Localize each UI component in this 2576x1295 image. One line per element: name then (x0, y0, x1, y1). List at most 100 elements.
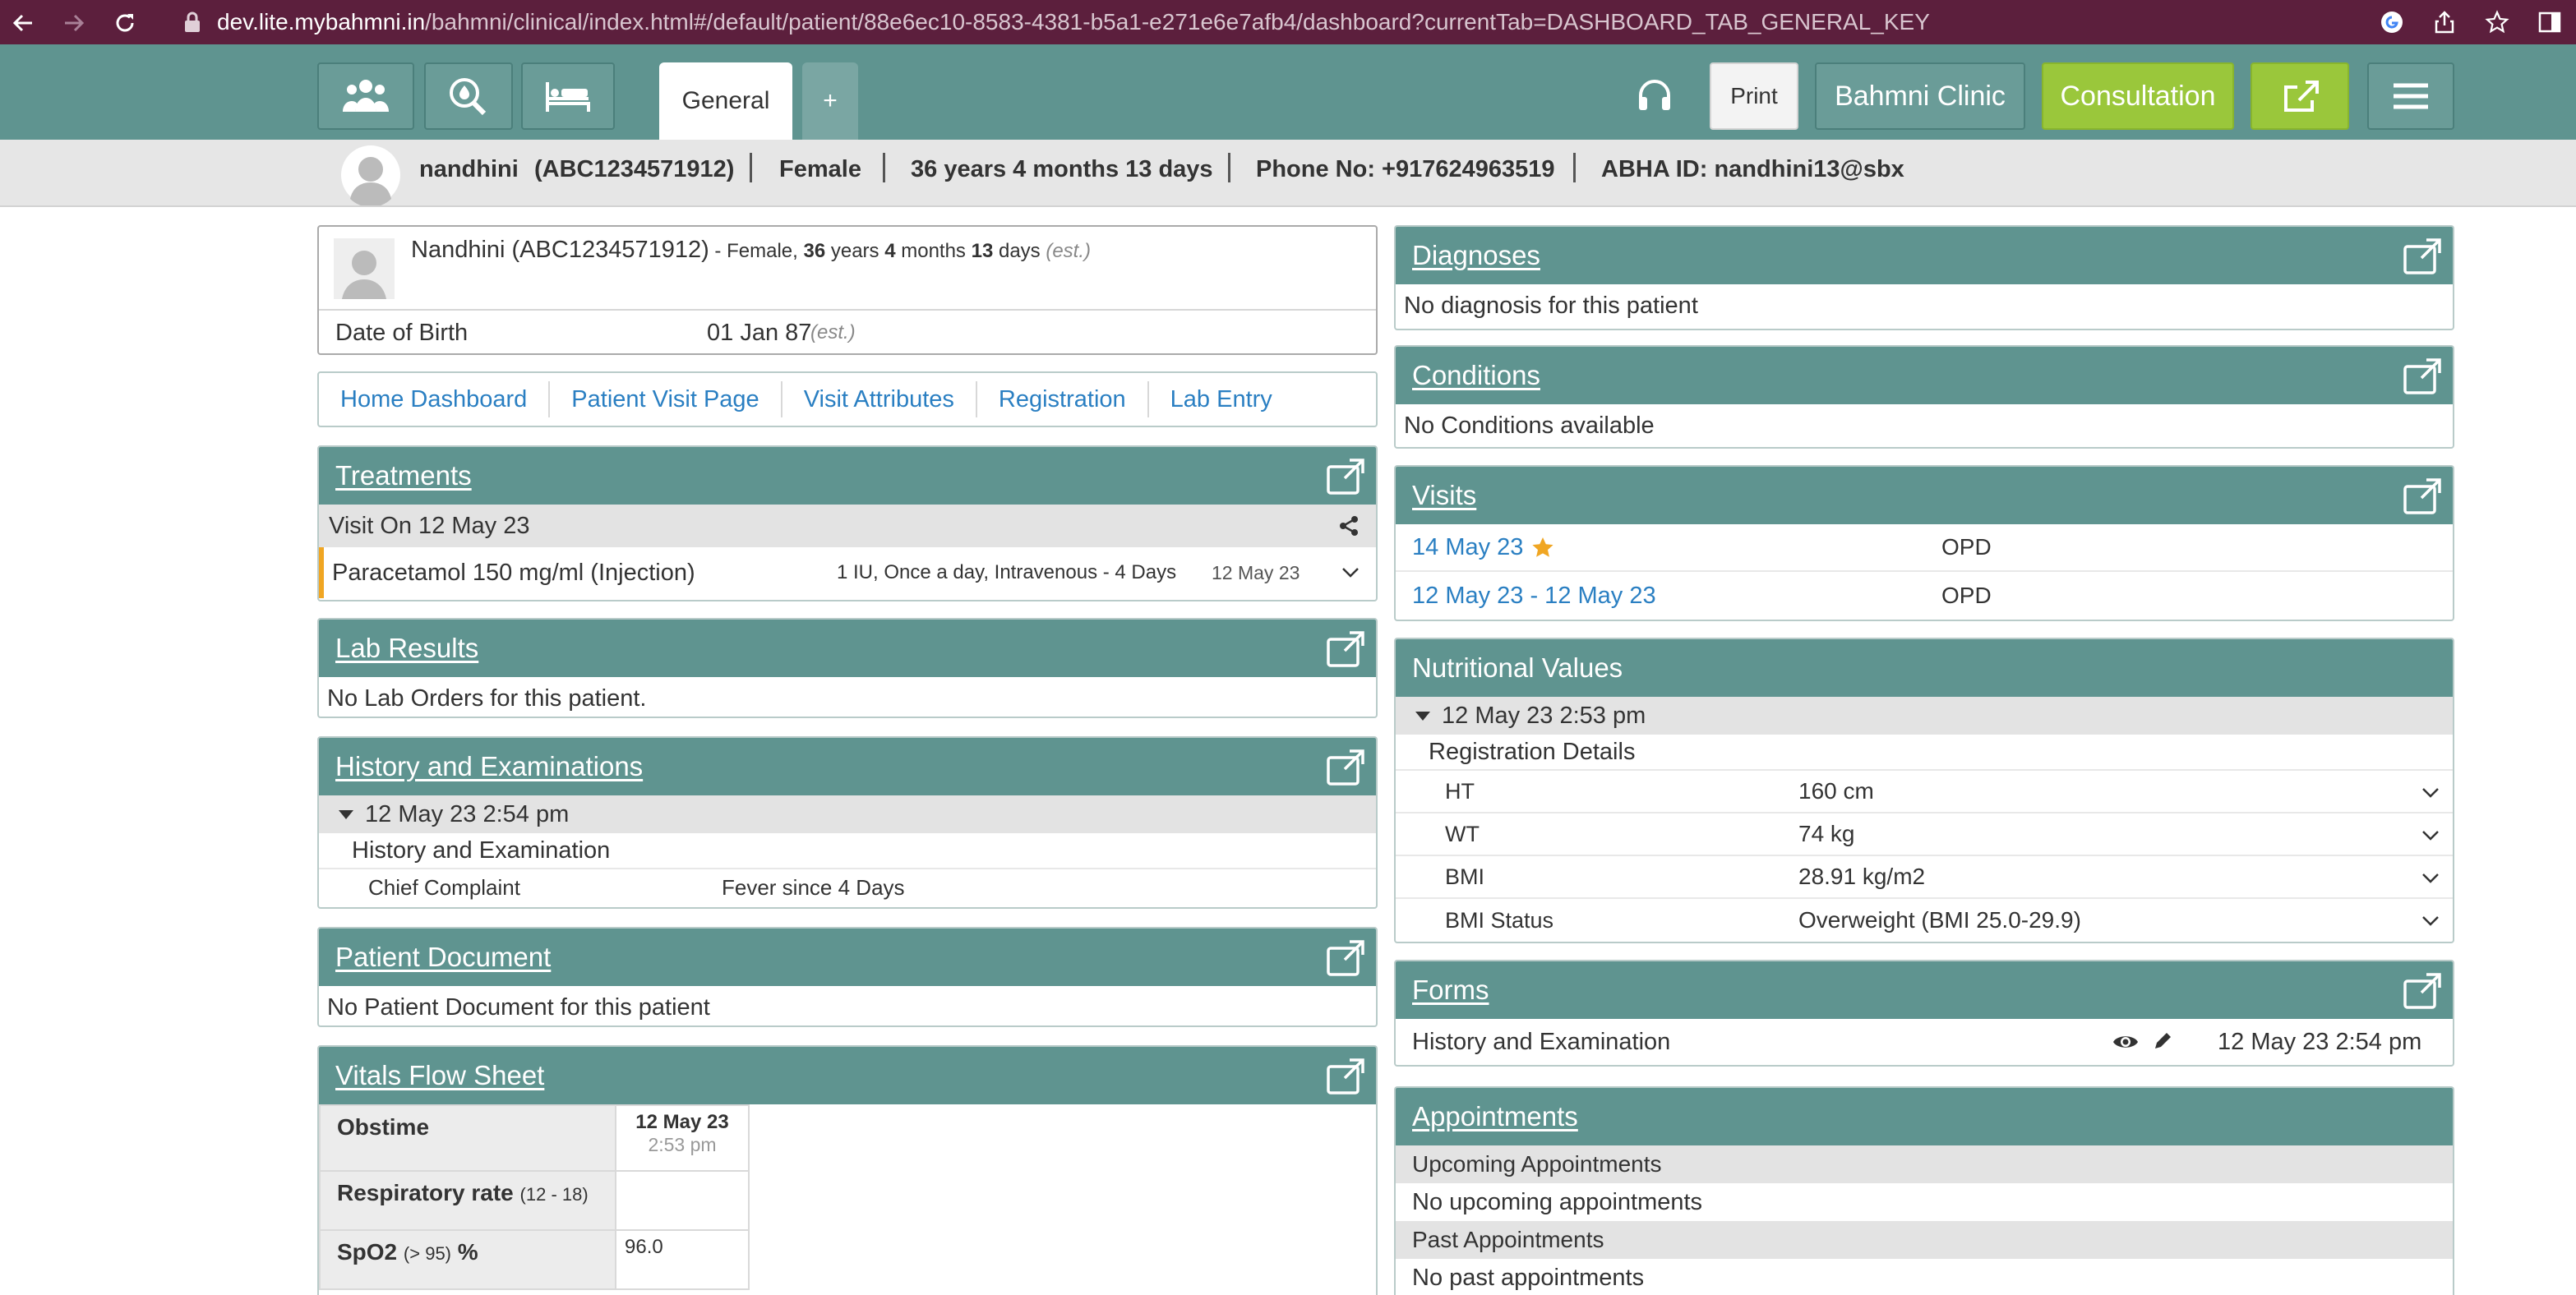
history-title[interactable]: History and Examinations (335, 751, 643, 782)
external-link-icon[interactable] (1323, 937, 1368, 978)
chevron-down-icon[interactable] (2421, 787, 2440, 799)
url-path: /bahmni/clinical/index.html#/default/pat… (425, 9, 1930, 35)
history-date-row[interactable]: 12 May 23 2:54 pm (319, 795, 1376, 833)
dob-value: 01 Jan 87 (707, 319, 812, 346)
external-link-icon[interactable] (1323, 1055, 1368, 1096)
visit-row[interactable]: 14 May 23 OPD (1396, 524, 2453, 572)
vitals-panel: Vitals Flow Sheet Obstime 12 May 23 2:53… (317, 1045, 1378, 1295)
external-link-icon[interactable] (2400, 355, 2444, 396)
treatment-row[interactable]: Paracetamol 150 mg/ml (Injection) 1 IU, … (319, 547, 1376, 598)
patient-document-title[interactable]: Patient Document (335, 942, 551, 973)
forward-icon[interactable] (58, 7, 90, 39)
patient-gender: Female (779, 156, 861, 182)
bed-management-button[interactable] (521, 62, 615, 130)
appointments-title[interactable]: Appointments (1412, 1101, 1578, 1132)
divider (1573, 153, 1576, 182)
share-icon[interactable] (2418, 0, 2471, 44)
link-home-dashboard[interactable]: Home Dashboard (319, 381, 551, 417)
external-link-icon[interactable] (1323, 628, 1368, 669)
visits-title[interactable]: Visits (1412, 480, 1476, 511)
star-icon[interactable] (2471, 0, 2523, 44)
visit-date-link[interactable]: 14 May 23 (1412, 534, 1523, 561)
reload-icon[interactable] (108, 7, 141, 39)
months-word: months (895, 240, 972, 262)
chevron-down-icon[interactable] (2421, 873, 2440, 884)
address-bar[interactable]: dev.lite.mybahmni.in/bahmni/clinical/ind… (164, 2, 2449, 43)
patient-card: Nandhini (ABC1234571912) - Female, 36 ye… (317, 225, 1378, 355)
google-icon[interactable] (2366, 0, 2418, 44)
external-link-icon[interactable] (1323, 455, 1368, 496)
star-icon (1532, 537, 1553, 557)
external-link-icon[interactable] (2400, 475, 2444, 516)
link-registration[interactable]: Registration (977, 381, 1149, 417)
link-patient-visit-page[interactable]: Patient Visit Page (550, 381, 782, 417)
add-tab-button[interactable]: + (802, 62, 858, 140)
share-icon[interactable] (1338, 515, 1360, 537)
history-observation-row: Chief Complaint Fever since 4 Days (319, 869, 1376, 906)
observation-value: Fever since 4 Days (722, 874, 905, 900)
nutritional-row[interactable]: BMI Status Overweight (BMI 25.0-29.9) (1396, 899, 2453, 942)
pencil-icon[interactable] (2152, 1030, 2173, 1052)
search-patient-button[interactable] (424, 62, 513, 130)
sidebar-icon[interactable] (2523, 0, 2576, 44)
external-link-icon (2284, 81, 2319, 112)
bahmni-clinic-button[interactable]: Bahmni Clinic (1815, 62, 2025, 130)
vitals-obs-date: 12 May 23 (635, 1111, 729, 1133)
vitals-obs-time: 2:53 pm (648, 1134, 717, 1155)
patient-card-years: 36 (803, 240, 826, 262)
chevron-down-icon[interactable] (2421, 915, 2440, 927)
external-link-icon[interactable] (2400, 235, 2444, 276)
print-button[interactable]: Print (1710, 62, 1798, 130)
consultation-button[interactable]: Consultation (2042, 62, 2234, 130)
main-menu-button[interactable] (2367, 62, 2454, 130)
upcoming-appointments-empty: No upcoming appointments (1412, 1188, 1703, 1215)
treatment-visit-date: Visit On 12 May 23 (329, 512, 530, 539)
visit-row[interactable]: 12 May 23 - 12 May 23 OPD (1396, 572, 2453, 620)
vitals-title[interactable]: Vitals Flow Sheet (335, 1060, 544, 1091)
nutritional-row[interactable]: WT 74 kg (1396, 813, 2453, 856)
nutritional-date-row[interactable]: 12 May 23 2:53 pm (1396, 697, 2453, 735)
drug-date: 12 May 23 (1212, 561, 1300, 583)
dob-label: Date of Birth (335, 319, 469, 346)
diagnoses-empty: No diagnosis for this patient (1404, 293, 1698, 319)
patient-name: nandhini (419, 156, 519, 182)
patients-button[interactable] (317, 62, 414, 130)
lab-results-title[interactable]: Lab Results (335, 633, 478, 664)
nutritional-value: 28.91 kg/m2 (1798, 864, 1926, 889)
diagnoses-title[interactable]: Diagnoses (1412, 240, 1540, 271)
past-appointments-label: Past Appointments (1396, 1221, 2453, 1259)
diagnoses-panel: Diagnoses No diagnosis for this patient (1394, 225, 2454, 330)
treatments-title[interactable]: Treatments (335, 460, 472, 491)
back-icon[interactable] (7, 7, 39, 39)
external-link-icon[interactable] (2400, 970, 2444, 1011)
link-visit-attributes[interactable]: Visit Attributes (782, 381, 977, 417)
headset-icon[interactable] (1636, 77, 1673, 115)
nutritional-label: BMI Status (1445, 907, 1554, 933)
nutritional-value: 74 kg (1798, 821, 1855, 846)
vitals-range: (12 - 18) (519, 1184, 589, 1205)
tab-general[interactable]: General (659, 62, 792, 140)
conditions-panel: Conditions No Conditions available (1394, 345, 2454, 449)
visits-panel: Visits 14 May 23 OPD 12 May 23 - 12 May … (1394, 465, 2454, 621)
eye-icon[interactable] (2112, 1032, 2139, 1052)
patient-card-days: 13 (971, 240, 994, 262)
nutritional-row[interactable]: BMI 28.91 kg/m2 (1396, 856, 2453, 899)
chevron-down-icon[interactable] (2421, 830, 2440, 841)
link-lab-entry[interactable]: Lab Entry (1149, 381, 1294, 417)
age-estimated: (est.) (1046, 240, 1092, 262)
visit-date-link[interactable]: 12 May 23 - 12 May 23 (1412, 583, 1656, 610)
open-external-button[interactable] (2251, 62, 2349, 130)
caret-down-icon (1415, 711, 1430, 721)
nutritional-section: Registration Details (1396, 735, 2453, 771)
patient-abha: ABHA ID: nandhini13@sbx (1601, 156, 1904, 182)
patients-icon (343, 80, 389, 112)
observation-label: Chief Complaint (368, 874, 520, 900)
external-link-icon[interactable] (1323, 746, 1368, 787)
patient-phone: Phone No: +917624963519 (1256, 156, 1555, 182)
conditions-title[interactable]: Conditions (1412, 360, 1540, 391)
history-panel: History and Examinations 12 May 23 2:54 … (317, 736, 1378, 909)
chevron-down-icon[interactable] (1341, 567, 1360, 578)
nutritional-row[interactable]: HT 160 cm (1396, 771, 2453, 813)
vitals-row-obstime: Obstime 12 May 23 2:53 pm (319, 1104, 750, 1172)
forms-title[interactable]: Forms (1412, 975, 1489, 1006)
